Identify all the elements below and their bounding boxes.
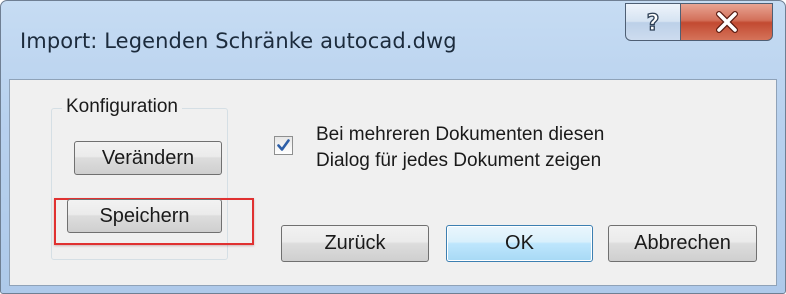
window-title: Import: Legenden Schränke autocad.dwg bbox=[20, 29, 457, 53]
svg-text:?: ? bbox=[647, 11, 660, 35]
checkbox-label-line-1: Bei mehreren Dokumenten diesen bbox=[316, 124, 605, 145]
checkmark-icon bbox=[277, 139, 290, 151]
change-button[interactable]: Verändern bbox=[74, 141, 222, 175]
help-icon: ? bbox=[646, 10, 660, 35]
close-icon bbox=[715, 11, 738, 33]
ok-button[interactable]: OK bbox=[446, 225, 593, 262]
checkbox-label-line-2: Dialog für jedes Dokument zeigen bbox=[316, 150, 602, 171]
import-dialog: Import: Legenden Schränke autocad.dwg ? … bbox=[0, 0, 786, 294]
caption-buttons: ? bbox=[625, 3, 773, 41]
dialog-content: Konfiguration Verändern Speichern Bei me… bbox=[9, 79, 777, 286]
back-button[interactable]: Zurück bbox=[281, 225, 429, 262]
configuration-group-label: Konfiguration bbox=[62, 96, 182, 118]
title-bar[interactable]: Import: Legenden Schränke autocad.dwg ? bbox=[1, 1, 785, 79]
show-dialog-checkbox-label[interactable]: Bei mehreren Dokumenten diesen Dialog fü… bbox=[316, 122, 604, 174]
cancel-button[interactable]: Abbrechen bbox=[608, 225, 757, 262]
help-button[interactable]: ? bbox=[625, 3, 681, 41]
save-button[interactable]: Speichern bbox=[67, 199, 222, 233]
close-button[interactable] bbox=[681, 3, 773, 41]
show-dialog-checkbox[interactable] bbox=[274, 136, 293, 155]
